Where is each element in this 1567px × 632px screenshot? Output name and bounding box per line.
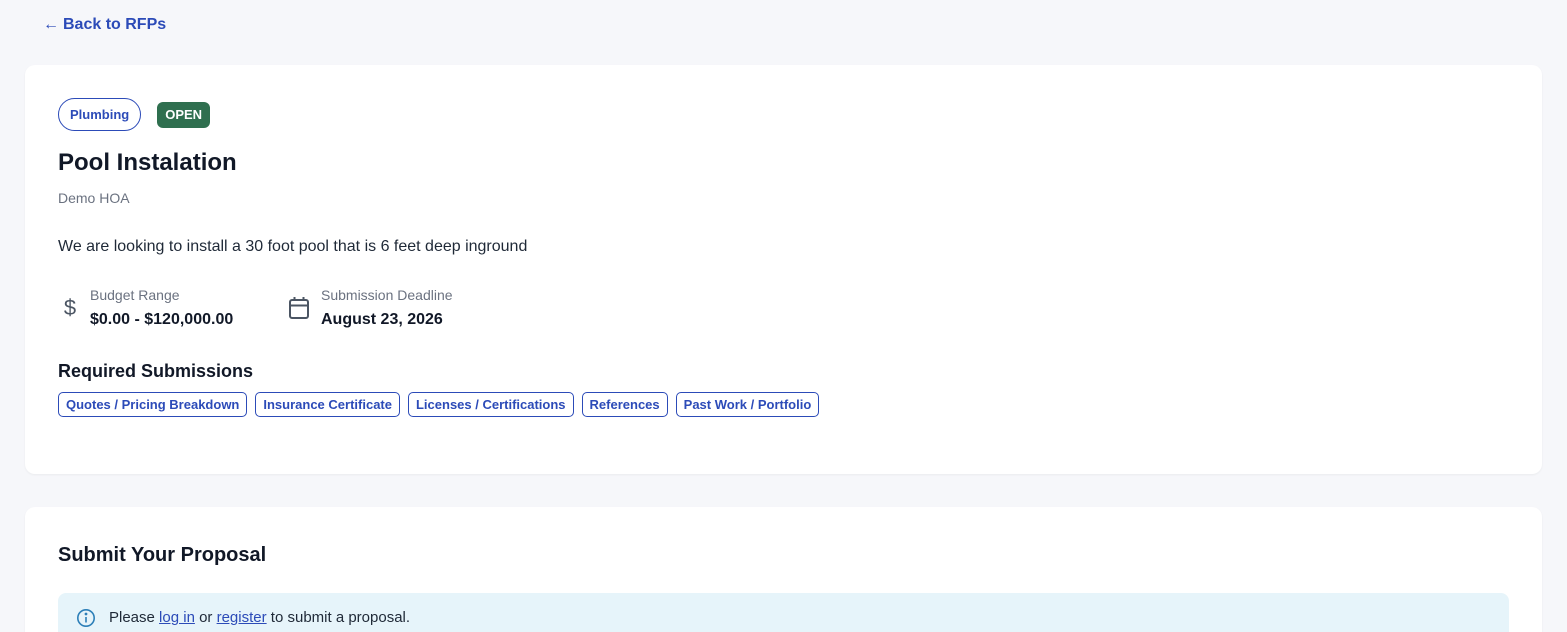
back-link-label: Back to RFPs: [63, 16, 167, 33]
required-item: Past Work / Portfolio: [675, 392, 820, 417]
required-item: Insurance Certificate: [255, 392, 400, 417]
calendar-icon: [287, 296, 311, 320]
category-badge: Plumbing: [58, 98, 142, 131]
budget-range: $ Budget Range $0.00 - $120,000.00: [58, 286, 233, 330]
submission-deadline: Submission Deadline August 23, 2026: [287, 286, 453, 330]
register-link[interactable]: register: [217, 609, 267, 626]
submit-proposal-heading: Submit Your Proposal: [58, 544, 267, 566]
notice-prefix: Please: [109, 609, 155, 626]
login-notice: Please log in or register to submit a pr…: [58, 593, 1509, 632]
budget-label: Budget Range: [90, 287, 180, 303]
organization-name: Demo HOA: [58, 190, 130, 206]
notice-middle: or: [199, 609, 213, 626]
required-item: Quotes / Pricing Breakdown: [58, 392, 248, 417]
required-submissions-heading: Required Submissions: [58, 361, 254, 381]
back-to-rfps-link[interactable]: ← Back to RFPs: [43, 15, 166, 35]
deadline-value: August 23, 2026: [321, 311, 443, 328]
required-submissions-list: Quotes / Pricing Breakdown Insurance Cer…: [58, 392, 820, 417]
info-icon: [76, 608, 96, 628]
arrow-left-icon: ←: [43, 16, 59, 33]
rfp-description: We are looking to install a 30 foot pool…: [58, 238, 528, 255]
rfp-details-card: Plumbing OPEN Pool Instalation Demo HOA …: [25, 65, 1542, 474]
status-badge: OPEN: [157, 101, 211, 128]
required-item: References: [581, 392, 668, 417]
rfp-title: Pool Instalation: [58, 149, 237, 176]
budget-value: $0.00 - $120,000.00: [90, 311, 234, 328]
required-item: Licenses / Certifications: [407, 392, 574, 417]
deadline-label: Submission Deadline: [321, 287, 453, 303]
dollar-icon: $: [63, 295, 77, 320]
submit-proposal-card: Submit Your Proposal Please log in or re…: [25, 507, 1542, 632]
notice-suffix: to submit a proposal.: [270, 609, 411, 626]
login-link[interactable]: log in: [159, 609, 195, 626]
rfp-tags: Plumbing OPEN: [58, 98, 211, 131]
login-notice-text: Please log in or register to submit a pr…: [109, 609, 410, 627]
